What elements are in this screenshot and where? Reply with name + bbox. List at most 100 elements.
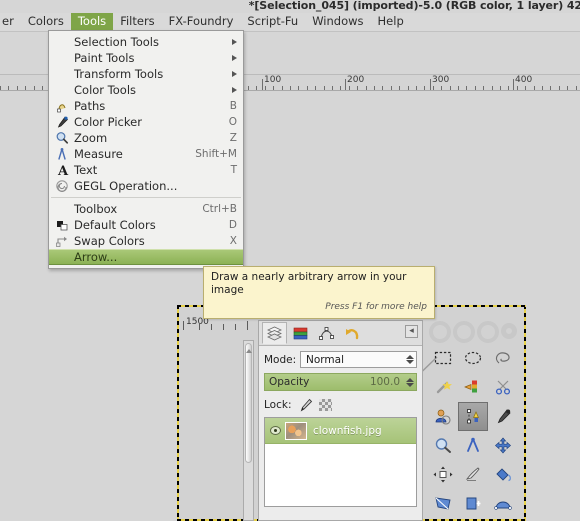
menu-item-shortcut: Z bbox=[229, 132, 237, 144]
fuzzy-select-tool[interactable] bbox=[428, 373, 458, 402]
ruler-tick-minor bbox=[282, 86, 283, 90]
ruler-label: 400 bbox=[515, 75, 533, 85]
menubar-item-er[interactable]: er bbox=[0, 13, 21, 31]
tooltip-text: Draw a nearly arbitrary arrow in your im… bbox=[211, 271, 407, 296]
menu-item-shortcut: X bbox=[229, 235, 237, 247]
svg-text:A: A bbox=[57, 164, 69, 177]
lock-label: Lock: bbox=[264, 398, 292, 411]
layer-visibility-toggle[interactable] bbox=[265, 426, 285, 435]
ruler-tick-minor bbox=[483, 86, 484, 90]
ruler-tick-minor bbox=[0, 86, 1, 90]
cage-transform-tool[interactable] bbox=[488, 489, 518, 518]
scroll-up-arrow-icon bbox=[245, 349, 252, 353]
canvas-vertical-scrollbar[interactable] bbox=[243, 340, 254, 521]
menubar-item-windows[interactable]: Windows bbox=[305, 13, 370, 31]
text-icon: A bbox=[53, 163, 71, 178]
menubar-item-colors[interactable]: Colors bbox=[21, 13, 71, 31]
zoom-tool[interactable] bbox=[428, 431, 458, 460]
menu-item-gegl-operation[interactable]: GEGL Operation... bbox=[49, 178, 243, 194]
foreground-select-tool[interactable] bbox=[428, 402, 458, 431]
paths-tab[interactable] bbox=[314, 322, 339, 344]
menu-item-default-colors[interactable]: Default Colors D bbox=[49, 217, 243, 233]
menu-item-toolbox[interactable]: Toolbox Ctrl+B bbox=[49, 201, 243, 217]
scissors-select-tool[interactable] bbox=[488, 373, 518, 402]
menu-item-paint-tools[interactable]: Paint Tools bbox=[49, 50, 243, 66]
select-by-color-tool[interactable] bbox=[458, 373, 488, 402]
paths-tool[interactable] bbox=[458, 402, 488, 431]
flip-tool[interactable] bbox=[458, 489, 488, 518]
toolbox[interactable] bbox=[428, 344, 520, 521]
menu-item-shortcut: B bbox=[229, 100, 237, 112]
layers-stack-icon bbox=[267, 326, 282, 340]
menubar-item-filters[interactable]: Filters bbox=[113, 13, 161, 31]
measure-icon bbox=[53, 147, 71, 162]
menu-item-label: Measure bbox=[74, 147, 123, 161]
opacity-slider[interactable]: Opacity 100.0 bbox=[264, 373, 417, 391]
ruler-tick-minor bbox=[433, 86, 434, 90]
ruler-tick-minor bbox=[307, 86, 308, 90]
lock-row: Lock: bbox=[264, 396, 417, 413]
color-picker-tool[interactable] bbox=[488, 402, 518, 431]
layers-dock[interactable]: ◂ Mode: Normal Opacity 100.0 Lock: clown… bbox=[258, 320, 423, 521]
swap-colors-icon bbox=[53, 234, 71, 249]
menu-item-color-picker[interactable]: Color Picker O bbox=[49, 114, 243, 130]
ink-tool[interactable] bbox=[458, 460, 488, 489]
align-tool[interactable] bbox=[428, 460, 458, 489]
ruler-tick-major bbox=[345, 79, 346, 90]
ruler-tick-major bbox=[430, 79, 431, 90]
paths-icon bbox=[53, 99, 71, 114]
undo-history-tab[interactable] bbox=[340, 322, 365, 344]
menu-item-text[interactable]: A Text T bbox=[49, 162, 243, 178]
lock-alpha-button[interactable] bbox=[317, 397, 334, 412]
ruler-label: 100 bbox=[264, 75, 282, 85]
ruler-tick-minor bbox=[256, 86, 257, 90]
dock-menu-button[interactable]: ◂ bbox=[405, 325, 418, 338]
ruler-tick-minor bbox=[265, 86, 266, 90]
menu-item-icon-slot bbox=[53, 67, 71, 82]
menu-item-selection-tools[interactable]: Selection Tools bbox=[49, 34, 243, 50]
menu-item-arrow[interactable]: Arrow... bbox=[49, 249, 243, 265]
lock-pixels-button[interactable] bbox=[297, 397, 314, 412]
menubar-item-help[interactable]: Help bbox=[371, 13, 411, 31]
table-row[interactable]: clownfish.jpg bbox=[265, 418, 416, 444]
color-picker-icon bbox=[57, 116, 68, 128]
free-select-tool[interactable] bbox=[488, 344, 518, 373]
menu-item-measure[interactable]: Measure Shift+M bbox=[49, 146, 243, 162]
ellipse-select-tool[interactable] bbox=[458, 344, 488, 373]
menu-item-label: Selection Tools bbox=[74, 35, 159, 49]
channels-tab[interactable] bbox=[288, 322, 313, 344]
ink-pen-icon bbox=[465, 467, 480, 481]
ruler-label: 200 bbox=[347, 75, 365, 85]
measure-tool[interactable] bbox=[458, 431, 488, 460]
mode-select[interactable]: Normal bbox=[300, 351, 417, 368]
menubar-item-tools[interactable]: Tools bbox=[70, 13, 114, 31]
bucket-fill-icon bbox=[496, 468, 511, 482]
menu-item-icon-slot bbox=[53, 35, 71, 50]
layers-tab[interactable] bbox=[262, 322, 287, 344]
move-tool[interactable] bbox=[488, 431, 518, 460]
menu-item-shortcut: O bbox=[228, 116, 237, 128]
menu-item-swap-colors[interactable]: Swap Colors X bbox=[49, 233, 243, 249]
menubar-item-script-fu[interactable]: Script-Fu bbox=[240, 13, 305, 31]
menu-item-shortcut: Ctrl+B bbox=[202, 203, 237, 215]
menu-item-label: Color Tools bbox=[74, 83, 137, 97]
bucket-fill-tool[interactable] bbox=[488, 460, 518, 489]
layer-list[interactable]: clownfish.jpg bbox=[264, 417, 417, 507]
opacity-spin-icon[interactable] bbox=[405, 377, 414, 387]
ruler-tick-major bbox=[262, 79, 263, 90]
menubar-item-fx-foundry[interactable]: FX-Foundry bbox=[162, 13, 241, 31]
perspective-tool[interactable] bbox=[428, 489, 458, 518]
gimp-window: *[Selection_045] (imported)-5.0 (RGB col… bbox=[0, 0, 580, 521]
tools-dropdown-menu[interactable]: Selection Tools Paint Tools Transform Tool… bbox=[48, 30, 244, 269]
rect-select-tool[interactable] bbox=[428, 344, 458, 373]
menu-item-zoom[interactable]: Zoom Z bbox=[49, 130, 243, 146]
menu-item-transform-tools[interactable]: Transform Tools bbox=[49, 66, 243, 82]
tooltip: Draw a nearly arbitrary arrow in your im… bbox=[203, 266, 435, 319]
menu-item-paths[interactable]: Paths B bbox=[49, 98, 243, 114]
scrollbar-thumb[interactable] bbox=[245, 343, 252, 463]
opacity-value: 100.0 bbox=[369, 376, 400, 388]
menu-item-color-tools[interactable]: Color Tools bbox=[49, 82, 243, 98]
ruler-label: 300 bbox=[432, 75, 450, 85]
mode-spin-icon[interactable] bbox=[405, 355, 414, 364]
zoom-icon bbox=[53, 131, 71, 146]
